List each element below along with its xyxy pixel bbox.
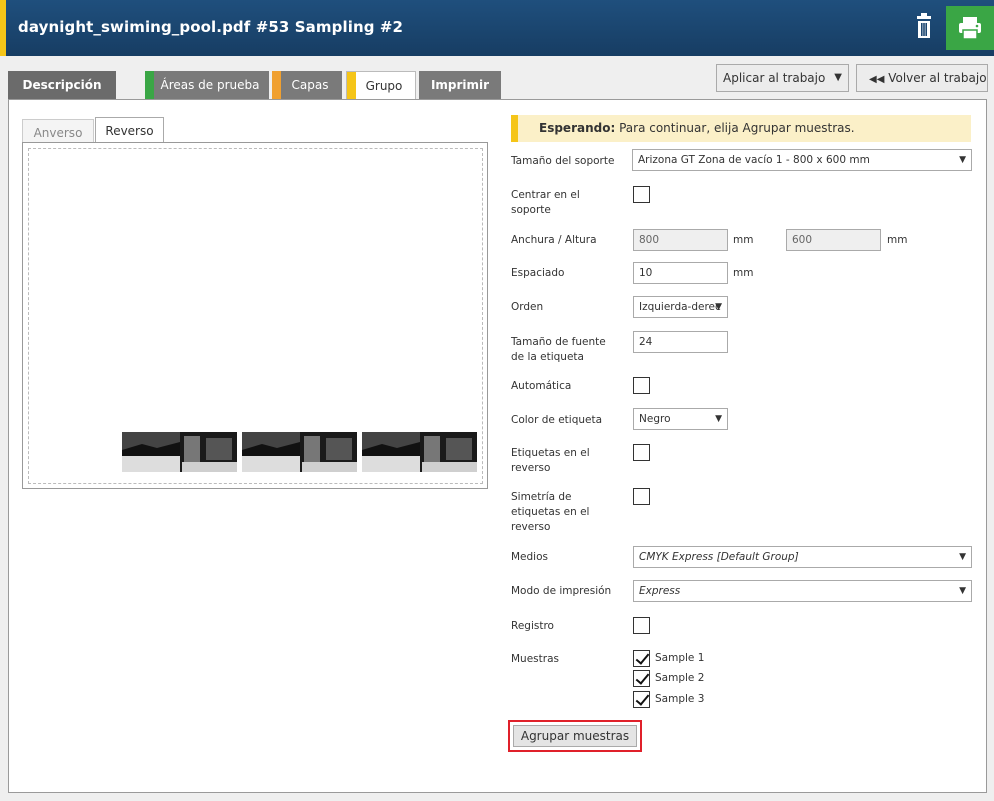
chevron-down-icon: ▼ (959, 586, 966, 596)
sample-3-label: Sample 3 (655, 693, 705, 705)
header-bar: daynight_swiming_pool.pdf #53 Sampling #… (0, 0, 994, 56)
status-banner: Esperando: Para continuar, elija Agrupar… (511, 115, 971, 142)
print-mode-select[interactable]: Express ▼ (633, 580, 972, 602)
media-outline (28, 148, 483, 484)
chevron-down-icon: ▼ (959, 155, 966, 165)
tab-label: Reverso (105, 124, 154, 138)
order-label: Orden (511, 301, 544, 313)
support-size-value: Arizona GT Zona de vacío 1 - 800 x 600 m… (638, 154, 870, 166)
width-field[interactable]: 800 (633, 229, 728, 251)
tab-label: Descripción (22, 78, 102, 92)
job-title: daynight_swiming_pool.pdf #53 Sampling #… (18, 18, 404, 36)
tab-label: Grupo (365, 79, 403, 93)
tab-grupo[interactable]: Grupo (346, 71, 416, 101)
banner-accent (511, 115, 518, 142)
banner-text: Esperando: Para continuar, elija Agrupar… (539, 121, 855, 135)
print-button[interactable] (946, 6, 994, 50)
tab-status-mark (272, 71, 281, 99)
layout-preview (22, 142, 488, 489)
chevron-down-icon: ▼ (715, 414, 722, 424)
width-unit: mm (733, 234, 754, 246)
print-mode-value: Express (639, 585, 681, 597)
printer-icon (959, 17, 981, 40)
tab-label: Imprimir (430, 78, 490, 92)
sample-2-label: Sample 2 (655, 672, 705, 684)
chevron-down-icon: ▼ (715, 302, 722, 312)
spacing-unit: mm (733, 267, 754, 279)
highlight-frame: Agrupar muestras (508, 720, 642, 752)
group-samples-button[interactable]: Agrupar muestras (513, 725, 637, 747)
height-unit: mm (887, 234, 908, 246)
order-select[interactable]: Izquierda-derec ▼ (633, 296, 728, 318)
tab-label: Capas (291, 78, 329, 92)
tab-anverso[interactable]: Anverso (22, 119, 94, 143)
sample-3-checkbox[interactable] (633, 691, 650, 708)
tab-capas[interactable]: Capas (272, 71, 342, 99)
back-labels-checkbox[interactable] (633, 444, 650, 461)
header-accent (0, 0, 6, 56)
double-arrow-left-icon: ◀◀ (869, 74, 885, 85)
media-value: CMYK Express [Default Group] (639, 551, 799, 563)
tab-descripcion[interactable]: Descripción (8, 71, 116, 99)
font-size-field[interactable]: 24 (633, 331, 728, 353)
tab-areas-de-prueba[interactable]: Áreas de prueba (145, 71, 269, 99)
app-window: daynight_swiming_pool.pdf #53 Sampling #… (0, 0, 994, 801)
auto-checkbox[interactable] (633, 377, 650, 394)
auto-label: Automática (511, 380, 572, 392)
sample-1-label: Sample 1 (655, 652, 705, 664)
sample-thumbnail (122, 432, 237, 472)
register-checkbox[interactable] (633, 617, 650, 634)
support-size-select[interactable]: Arizona GT Zona de vacío 1 - 800 x 600 m… (632, 149, 972, 171)
back-to-job-button[interactable]: ◀◀ Volver al trabajo (856, 64, 988, 92)
label-color-label: Color de etiqueta (511, 414, 603, 426)
print-mode-label: Modo de impresión (511, 585, 612, 597)
apply-to-job-select[interactable]: Aplicar al trabajo ▼ (716, 64, 849, 92)
sample-thumbnail (362, 432, 477, 472)
label-color-value: Negro (639, 413, 671, 425)
media-label: Medios (511, 551, 548, 563)
tab-reverso[interactable]: Reverso (95, 117, 164, 143)
back-labels-label: Etiquetas en el reverso (511, 447, 590, 474)
sample-2-checkbox[interactable] (633, 670, 650, 687)
mirror-labels-checkbox[interactable] (633, 488, 650, 505)
register-label: Registro (511, 620, 554, 632)
tab-label: Áreas de prueba (160, 78, 260, 92)
spacing-label: Espaciado (511, 267, 565, 279)
spacing-field[interactable]: 10 (633, 262, 728, 284)
tab-imprimir[interactable]: Imprimir (419, 71, 501, 99)
media-select[interactable]: CMYK Express [Default Group] ▼ (633, 546, 972, 568)
width-height-label: Anchura / Altura (511, 234, 597, 246)
order-value: Izquierda-derec (639, 301, 721, 313)
banner-status: Esperando: (539, 121, 616, 135)
back-button-label: Volver al trabajo (888, 71, 987, 85)
tab-status-mark (145, 71, 154, 99)
chevron-down-icon: ▼ (959, 552, 966, 562)
banner-message: Para continuar, elija Agrupar muestras. (615, 121, 855, 135)
tab-status-mark (347, 72, 356, 101)
chevron-down-icon: ▼ (834, 72, 842, 83)
sample-1-checkbox[interactable] (633, 650, 650, 667)
apply-select-value: Aplicar al trabajo (723, 71, 826, 85)
samples-label: Muestras (511, 653, 559, 665)
font-size-label: Tamaño de fuente de la etiqueta (511, 336, 606, 363)
center-label: Centrar en el soporte (511, 189, 580, 216)
trash-icon[interactable] (908, 10, 940, 46)
sample-thumbnail (242, 432, 357, 472)
tab-label: Anverso (33, 126, 83, 140)
height-field[interactable]: 600 (786, 229, 881, 251)
label-color-select[interactable]: Negro ▼ (633, 408, 728, 430)
mirror-labels-label: Simetría de etiquetas en el reverso (511, 491, 590, 533)
support-size-label: Tamaño del soporte (511, 155, 615, 167)
center-checkbox[interactable] (633, 186, 650, 203)
